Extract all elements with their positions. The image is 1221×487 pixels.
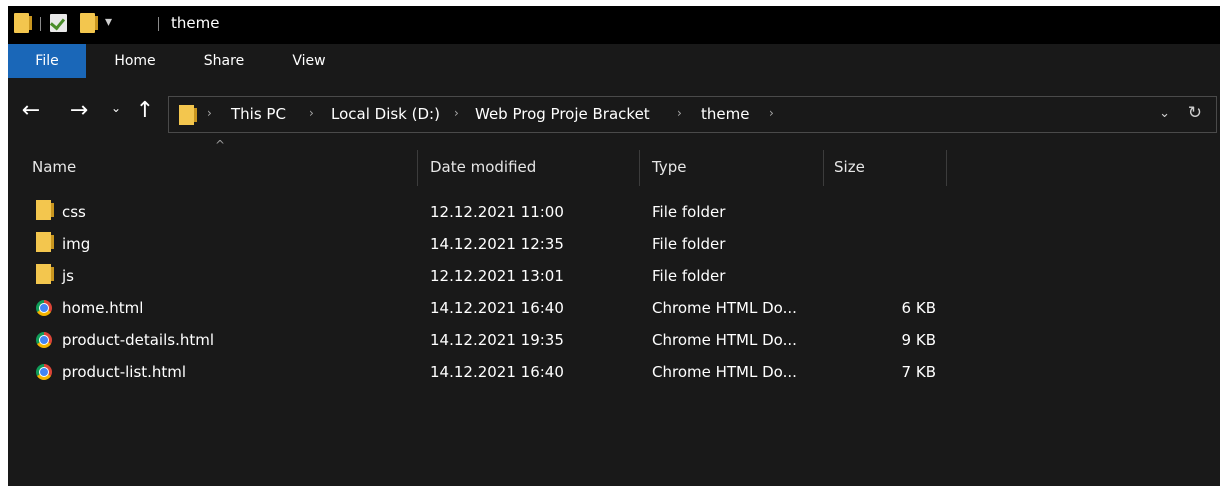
- breadcrumb-separator[interactable]: ›: [677, 106, 682, 120]
- file-size: 7 KB: [901, 363, 936, 381]
- file-size: [826, 260, 936, 292]
- file-date: 12.12.2021 11:00: [430, 203, 564, 221]
- column-type[interactable]: Type: [644, 146, 824, 188]
- quick-access-separator: [40, 17, 41, 31]
- file-size: 9 KB: [901, 331, 936, 349]
- list-item[interactable]: home.html 14.12.2021 16:40 Chrome HTML D…: [8, 292, 1220, 324]
- breadcrumb-local-disk[interactable]: Local Disk (D:): [331, 105, 440, 123]
- address-dropdown-icon[interactable]: ⌄: [1159, 106, 1170, 121]
- refresh-icon[interactable]: ↻: [1188, 103, 1202, 123]
- column-divider[interactable]: [946, 150, 947, 186]
- breadcrumb-separator[interactable]: ›: [207, 106, 212, 120]
- chrome-html-icon: [36, 364, 52, 380]
- chrome-html-icon: [36, 300, 52, 316]
- tab-home[interactable]: Home: [96, 44, 174, 78]
- file-type: File folder: [652, 267, 726, 285]
- file-name: product-details.html: [62, 331, 215, 349]
- chrome-html-icon: [36, 332, 52, 348]
- file-name: js: [62, 267, 74, 285]
- quick-access-dropdown-icon[interactable]: ▾: [105, 14, 112, 30]
- breadcrumb-this-pc[interactable]: This PC: [231, 105, 286, 123]
- breadcrumb-separator[interactable]: ›: [454, 106, 459, 120]
- breadcrumb-separator[interactable]: ›: [309, 106, 314, 120]
- address-bar[interactable]: › This PC › Local Disk (D:) › Web Prog P…: [168, 96, 1217, 133]
- file-type: Chrome HTML Do...: [652, 299, 797, 317]
- list-item[interactable]: product-details.html 14.12.2021 19:35 Ch…: [8, 324, 1220, 356]
- list-item[interactable]: js 12.12.2021 13:01 File folder: [8, 260, 1220, 292]
- file-name: css: [62, 203, 86, 221]
- up-arrow-icon[interactable]: ↑: [132, 97, 158, 125]
- breadcrumb-web-prog[interactable]: Web Prog Proje Bracket: [475, 105, 650, 123]
- file-type: File folder: [652, 235, 726, 253]
- title-separator: [158, 17, 159, 31]
- column-divider[interactable]: [639, 150, 640, 186]
- navigation-bar: ← → ⌄ ↑ › This PC › Local Disk (D:) › We…: [8, 86, 1220, 136]
- new-folder-icon[interactable]: [80, 13, 98, 33]
- file-date: 12.12.2021 13:01: [430, 267, 564, 285]
- tab-view[interactable]: View: [272, 44, 346, 78]
- file-date: 14.12.2021 19:35: [430, 331, 564, 349]
- list-item[interactable]: img 14.12.2021 12:35 File folder: [8, 228, 1220, 260]
- column-divider[interactable]: [417, 150, 418, 186]
- recent-locations-icon[interactable]: ⌄: [106, 94, 126, 122]
- file-size: [826, 196, 936, 228]
- ribbon-tabs: File Home Share View: [8, 44, 1220, 78]
- file-size: [826, 228, 936, 260]
- column-header: Name ^ Date modified Type Size: [8, 138, 1220, 188]
- file-name: img: [62, 235, 91, 253]
- column-size[interactable]: Size: [826, 146, 946, 188]
- column-name[interactable]: Name: [24, 146, 414, 188]
- file-name: home.html: [62, 299, 144, 317]
- title-bar: ▾ theme: [8, 6, 1220, 44]
- explorer-window: ▾ theme File Home Share View ← → ⌄ ↑ › T…: [8, 6, 1220, 486]
- folder-icon: [36, 264, 54, 284]
- column-divider[interactable]: [823, 150, 824, 186]
- folder-icon: [36, 232, 54, 252]
- column-date-modified[interactable]: Date modified: [422, 146, 637, 188]
- list-item[interactable]: product-list.html 14.12.2021 16:40 Chrom…: [8, 356, 1220, 388]
- properties-icon[interactable]: [50, 14, 67, 32]
- sort-ascending-icon: ^: [215, 138, 226, 152]
- file-type: Chrome HTML Do...: [652, 363, 797, 381]
- folder-icon[interactable]: [14, 13, 32, 33]
- file-type: Chrome HTML Do...: [652, 331, 797, 349]
- folder-icon: [36, 200, 54, 220]
- tab-file[interactable]: File: [8, 44, 86, 78]
- breadcrumb-theme[interactable]: theme: [701, 105, 749, 123]
- file-type: File folder: [652, 203, 726, 221]
- tab-share[interactable]: Share: [184, 44, 264, 78]
- breadcrumb-separator[interactable]: ›: [769, 106, 774, 120]
- file-date: 14.12.2021 16:40: [430, 363, 564, 381]
- window-title: theme: [171, 14, 220, 32]
- file-date: 14.12.2021 12:35: [430, 235, 564, 253]
- file-size: 6 KB: [901, 299, 936, 317]
- address-folder-icon: [179, 105, 197, 125]
- back-arrow-icon[interactable]: ←: [16, 97, 46, 125]
- file-name: product-list.html: [62, 363, 187, 381]
- forward-arrow-icon[interactable]: →: [64, 97, 94, 125]
- list-item[interactable]: css 12.12.2021 11:00 File folder: [8, 196, 1220, 228]
- file-date: 14.12.2021 16:40: [430, 299, 564, 317]
